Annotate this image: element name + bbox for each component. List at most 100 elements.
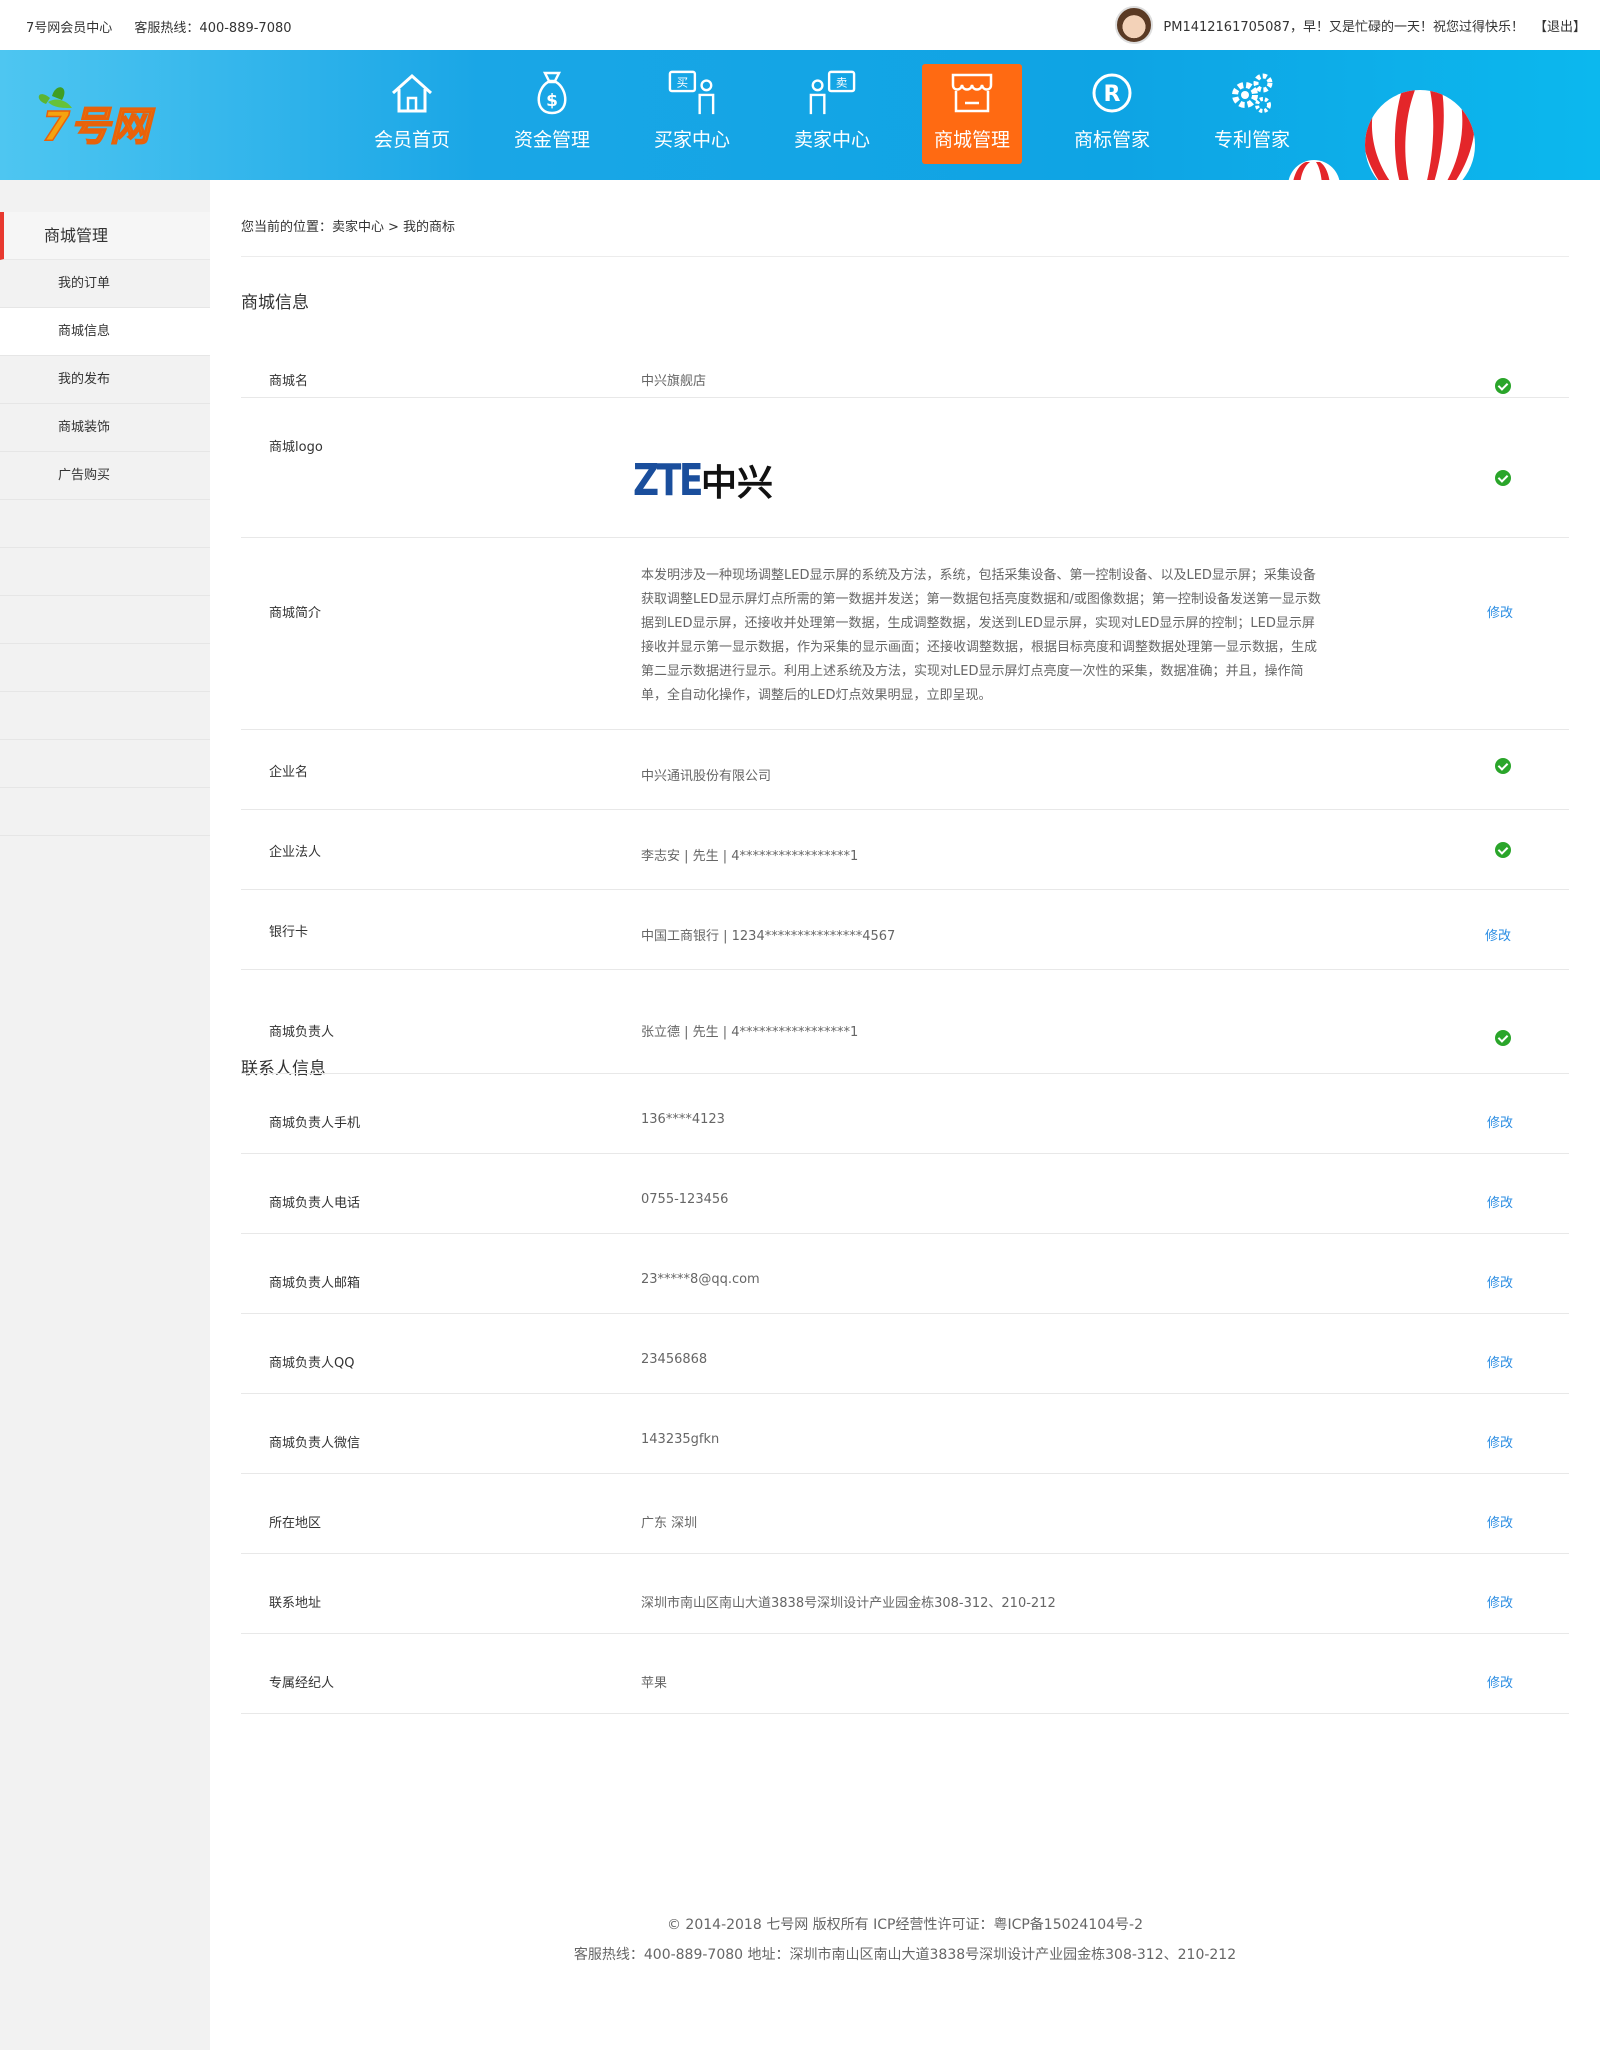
breadcrumb-current: 我的商标	[402, 220, 455, 235]
contact-row-value: 143235gfkn	[641, 1432, 720, 1447]
site-logo[interactable]: 7号网	[28, 78, 188, 148]
breadcrumb: 您当前的位置：卖家中心 > 我的商标	[241, 216, 455, 235]
contact-row-label: 商城负责人邮箱	[269, 1276, 361, 1291]
contact-row: 所在地区 广东 深圳 修改	[241, 1474, 1569, 1554]
nav-item-patent[interactable]: 专利管家	[1202, 64, 1302, 164]
edit-intro-link[interactable]: 修改	[1487, 602, 1513, 621]
verified-check-icon	[1495, 842, 1511, 858]
edit-link[interactable]: 修改	[1487, 1272, 1513, 1291]
mall-info-title: 商城信息	[241, 293, 309, 313]
contact-row-value: 广东 深圳	[641, 1516, 698, 1531]
sidebar-item-decoration[interactable]: 商城装饰	[0, 404, 210, 452]
sidebar-empty-row	[0, 548, 210, 596]
edit-link[interactable]: 修改	[1487, 1672, 1513, 1691]
bank-card-value: 中国工商银行 | 1234***************4567	[641, 929, 896, 944]
nav-label: 资金管理	[513, 129, 590, 151]
contact-row-value: 深圳市南山区南山大道3838号深圳设计产业园金栋308-312、210-212	[641, 1596, 1056, 1611]
site-name: 7号网会员中心	[26, 21, 113, 36]
nav-item-seller[interactable]: 卖 卖家中心	[782, 64, 882, 164]
mall-logo-label: 商城logo	[269, 440, 323, 455]
seller-icon: 卖	[808, 69, 856, 117]
sidebar-item-mall-info[interactable]: 商城信息	[0, 308, 210, 356]
top-bar: 7号网会员中心 客服热线：400-889-7080 PM141216170508…	[0, 0, 1600, 50]
sidebar: 商城管理 我的订单 商城信息 我的发布 商城装饰 广告购买	[0, 180, 210, 2050]
nav-label: 买家中心	[653, 129, 730, 151]
edit-bank-link[interactable]: 修改	[1485, 925, 1511, 944]
contact-row-label: 所在地区	[269, 1516, 322, 1531]
contact-row-value: 23456868	[641, 1352, 708, 1367]
contact-row-value: 0755-123456	[641, 1192, 729, 1207]
contact-row-value: 张立德 | 先生 | 4*****************1	[641, 1025, 859, 1040]
mall-name-value: 中兴旗舰店	[641, 374, 707, 389]
store-icon	[948, 69, 996, 117]
contact-row-value: 苹果	[641, 1676, 668, 1691]
mall-name-row: 商城名 中兴旗舰店	[241, 338, 1569, 398]
sidebar-item-ad-purchase[interactable]: 广告购买	[0, 452, 210, 500]
logo-text-latin: ZTE	[633, 454, 704, 506]
company-label: 企业名	[269, 765, 309, 780]
contact-row-value: 136****4123	[641, 1112, 725, 1127]
nav-label: 会员首页	[373, 129, 450, 151]
edit-link[interactable]: 修改	[1487, 1512, 1513, 1531]
sidebar-item-my-posts[interactable]: 我的发布	[0, 356, 210, 404]
bank-card-row: 银行卡 中国工商银行 | 1234***************4567 修改	[241, 890, 1569, 970]
logo-text-cn: 中兴	[701, 463, 774, 504]
nav-item-trademark[interactable]: R 商标管家	[1062, 64, 1162, 164]
nav-item-funds[interactable]: $ 资金管理	[502, 64, 602, 164]
svg-text:R: R	[1104, 82, 1121, 107]
svg-text:7号网: 7号网	[42, 104, 156, 148]
avatar[interactable]	[1115, 6, 1154, 44]
sidebar-empty-row	[0, 644, 210, 692]
legal-person-row: 企业法人 李志安 | 先生 | 4*****************1	[241, 810, 1569, 890]
greeting-text: PM1412161705087，早！又是忙碌的一天！祝您过得快乐！	[1163, 19, 1524, 35]
sidebar-item-orders[interactable]: 我的订单	[0, 260, 210, 308]
nav-item-home[interactable]: 会员首页	[362, 64, 462, 164]
footer-copyright: © 2014-2018 七号网 版权所有 ICP经营性许可证：粤ICP备1502…	[666, 1917, 1144, 1933]
registered-icon: R	[1088, 69, 1136, 117]
contact-row-label: 商城负责人手机	[269, 1116, 361, 1131]
edit-link[interactable]: 修改	[1487, 1352, 1513, 1371]
mall-intro-row: 商城简介 本发明涉及一种现场调整LED显示屏的系统及方法，系统，包括采集设备、第…	[241, 538, 1569, 730]
nav-label: 商标管家	[1073, 129, 1150, 151]
sidebar-empty-row	[0, 596, 210, 644]
bank-card-label: 银行卡	[269, 925, 309, 940]
sidebar-empty-row	[0, 692, 210, 740]
contact-row-label: 商城负责人电话	[269, 1196, 361, 1211]
header-banner: 7号网 会员首页 $ 资金管理 买 买家中心 卖 卖家中心 商城管理 R 商标管…	[0, 50, 1600, 180]
nav-label: 商城管理	[933, 129, 1010, 151]
main-nav: 会员首页 $ 资金管理 买 买家中心 卖 卖家中心 商城管理 R 商标管家 专利…	[362, 64, 1302, 164]
edit-link[interactable]: 修改	[1487, 1192, 1513, 1211]
edit-link[interactable]: 修改	[1487, 1112, 1513, 1131]
gears-icon	[1228, 69, 1276, 117]
divider	[241, 256, 1569, 257]
mall-logo-image: ZTE 中兴	[633, 454, 773, 506]
verified-check-icon	[1495, 1030, 1511, 1046]
mall-name-label: 商城名	[269, 374, 309, 389]
nav-item-buyer[interactable]: 买 买家中心	[642, 64, 742, 164]
edit-link[interactable]: 修改	[1487, 1592, 1513, 1611]
mall-intro-label: 商城简介	[269, 606, 322, 621]
contact-row: 商城负责人邮箱 23*****8@qq.com 修改	[241, 1234, 1569, 1314]
svg-text:$: $	[546, 91, 558, 111]
mall-intro-value: 本发明涉及一种现场调整LED显示屏的系统及方法，系统，包括采集设备、第一控制设备…	[641, 568, 1321, 703]
company-row: 企业名 中兴通讯股份有限公司	[241, 730, 1569, 810]
contact-row-value: 23*****8@qq.com	[641, 1272, 760, 1287]
logout-link[interactable]: 【退出】	[1534, 16, 1586, 35]
legal-person-label: 企业法人	[269, 845, 322, 860]
contact-row: 专属经纪人 苹果 修改	[241, 1634, 1569, 1714]
verified-check-icon	[1495, 758, 1511, 774]
contact-row-label: 商城负责人微信	[269, 1436, 361, 1451]
contact-row-label: 商城负责人QQ	[269, 1356, 355, 1371]
svg-text:买: 买	[677, 75, 689, 89]
balloon-decoration	[1365, 90, 1475, 180]
contact-row-label: 联系地址	[269, 1596, 322, 1611]
nav-item-store[interactable]: 商城管理	[922, 64, 1022, 164]
user-area: PM1412161705087，早！又是忙碌的一天！祝您过得快乐！ 【退出】	[1115, 6, 1586, 44]
home-icon	[388, 69, 436, 117]
hotline: 客服热线：400-889-7080	[134, 21, 292, 36]
contact-row: 联系地址 深圳市南山区南山大道3838号深圳设计产业园金栋308-312、210-…	[241, 1554, 1569, 1634]
contact-row: 商城负责人QQ 23456868 修改	[241, 1314, 1569, 1394]
breadcrumb-parent[interactable]: 卖家中心	[332, 220, 384, 235]
edit-link[interactable]: 修改	[1487, 1432, 1513, 1451]
nav-label: 卖家中心	[793, 129, 870, 151]
